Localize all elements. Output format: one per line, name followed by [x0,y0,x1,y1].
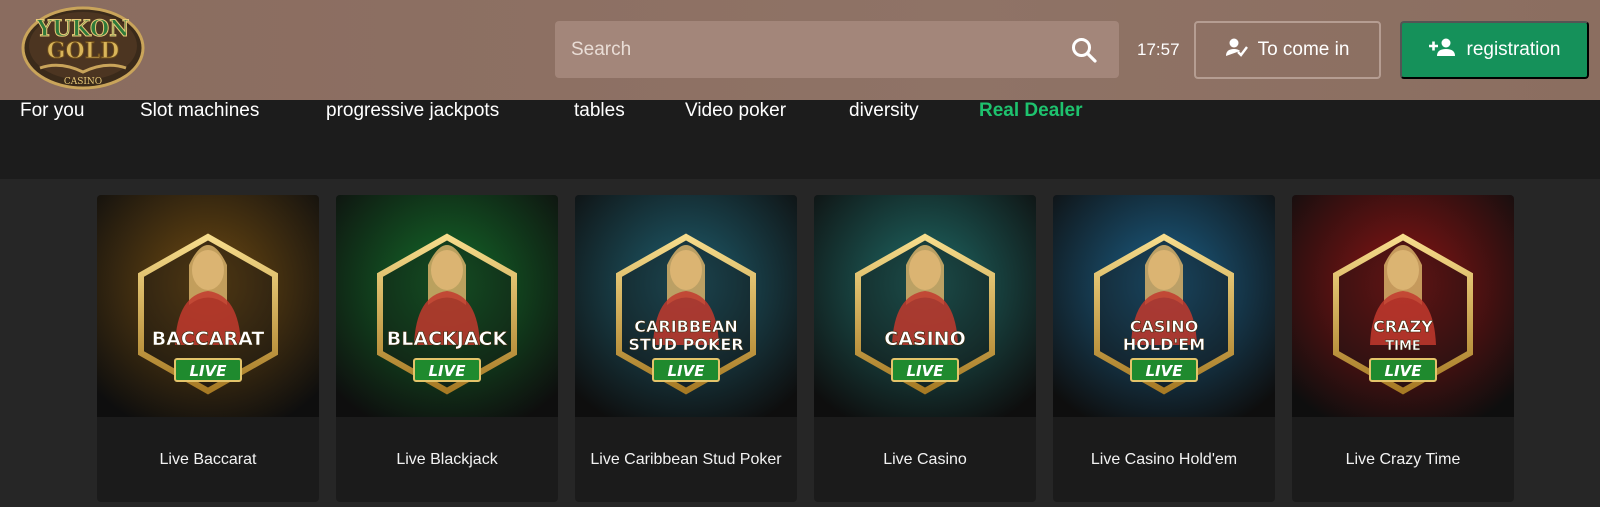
category-nav: For you Slot machines progressive jackpo… [0,100,1600,179]
login-button[interactable]: To come in [1194,21,1381,79]
game-card[interactable]: CASINO LIVE Live Casino [814,195,1036,502]
badge-title-line1: BACCARAT [152,328,265,350]
live-badge-label: LIVE [1146,362,1184,380]
live-badge-label: LIVE [429,362,467,380]
game-title[interactable]: Live Casino Hold'em [1061,417,1267,502]
game-card[interactable]: BLACKJACK LIVE Live Blackjack [336,195,558,502]
game-title[interactable]: Live Casino [822,417,1028,502]
game-title[interactable]: Live Blackjack [344,417,550,502]
user-check-icon [1225,37,1248,63]
game-thumbnail[interactable]: CASINO HOLD'EM LIVE [1053,195,1275,417]
badge-title-line1: BLACKJACK [387,328,509,350]
game-card[interactable]: CRAZY TIME LIVE Live Crazy Time [1292,195,1514,502]
registration-button[interactable]: registration [1400,21,1589,79]
game-thumbnail[interactable]: CARIBBEAN STUD POKER LIVE [575,195,797,417]
nav-item-diversity[interactable]: diversity [849,100,919,179]
badge-title-line2: TIME [1385,339,1421,354]
badge-title-line1: CASINO [1130,317,1199,336]
svg-text:GOLD: GOLD [47,38,120,64]
nav-item-tables[interactable]: tables [574,100,625,179]
nav-item-progressive-jackpots[interactable]: progressive jackpots [326,100,499,179]
game-thumbnail[interactable]: CRAZY TIME LIVE [1292,195,1514,417]
nav-item-for-you[interactable]: For you [20,100,84,179]
site-header: YUKON GOLD CASINO 17:57 To come in regis… [0,0,1600,100]
search-bar [555,21,1119,78]
badge-title-line2: STUD POKER [628,335,743,354]
live-badge-label: LIVE [190,362,228,380]
live-badge-label: LIVE [1385,362,1423,380]
nav-item-slot-machines[interactable]: Slot machines [140,100,259,179]
game-thumbnail[interactable]: BACCARAT LIVE [97,195,319,417]
add-user-icon [1428,38,1455,62]
game-card[interactable]: BACCARAT LIVE Live Baccarat [97,195,319,502]
game-title[interactable]: Live Crazy Time [1300,417,1506,502]
nav-item-real-dealer[interactable]: Real Dealer [979,100,1083,179]
live-badge-label: LIVE [668,362,706,380]
game-card[interactable]: CASINO HOLD'EM LIVE Live Casino Hold'em [1053,195,1275,502]
game-title[interactable]: Live Baccarat [105,417,311,502]
yukon-gold-logo[interactable]: YUKON GOLD CASINO [20,6,146,92]
search-input[interactable] [571,21,1051,78]
game-title[interactable]: Live Caribbean Stud Poker [583,417,789,502]
search-icon[interactable] [1071,37,1097,63]
badge-title-line1: CARIBBEAN [634,317,738,336]
game-card[interactable]: CARIBBEAN STUD POKER LIVE Live Caribbean St… [575,195,797,502]
nav-item-video-poker[interactable]: Video poker [685,100,786,179]
badge-title-line2: HOLD'EM [1123,335,1205,354]
clock-time: 17:57 [1137,40,1180,59]
game-grid: BACCARAT LIVE Live Baccarat BLACKJACK LIVE Li… [0,179,1600,507]
game-thumbnail[interactable]: BLACKJACK LIVE [336,195,558,417]
badge-title-line1: CASINO [884,328,965,350]
registration-label: registration [1466,39,1561,60]
badge-title-line1: CRAZY [1373,317,1433,336]
game-thumbnail[interactable]: CASINO LIVE [814,195,1036,417]
live-badge-label: LIVE [907,362,945,380]
login-label: To come in [1257,39,1350,60]
svg-text:CASINO: CASINO [64,77,102,87]
